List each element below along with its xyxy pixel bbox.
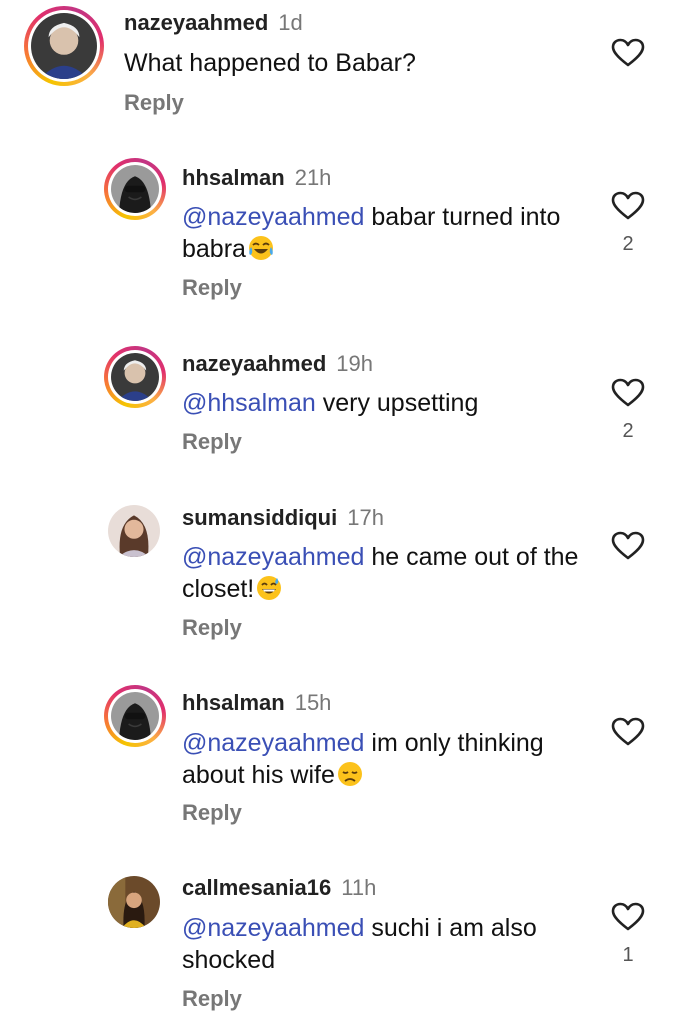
like-count[interactable]: 2 (611, 232, 645, 256)
avatar[interactable] (108, 505, 160, 557)
heart-icon[interactable] (611, 717, 645, 747)
reply-button[interactable]: Reply (182, 800, 242, 826)
comment-username[interactable]: nazeyaahmed (124, 10, 268, 35)
reply-button[interactable]: Reply (124, 90, 184, 116)
comment-username[interactable]: hhsalman (182, 165, 285, 190)
comment-text: @nazeyaahmed he came out of the closet! (182, 541, 582, 605)
avatar-photo (111, 165, 159, 213)
comment-mention[interactable]: @nazeyaahmed (182, 914, 364, 942)
avatar-photo (108, 876, 160, 928)
comment-text: What happened to Babar? (124, 47, 544, 79)
comment-text: @hhsalman very upsetting (182, 387, 562, 419)
comment-body: What happened to Babar? (124, 49, 416, 77)
avatar-photo (111, 353, 159, 401)
comment-timestamp: 17h (347, 505, 384, 530)
avatar[interactable] (24, 6, 104, 86)
comment-timestamp: 15h (294, 690, 332, 715)
comment-mention[interactable]: @nazeyaahmed (182, 203, 364, 231)
comment-text: @nazeyaahmed im only thinking about his … (182, 727, 592, 791)
comment-body: very upsetting (315, 389, 479, 417)
avatar-photo (108, 505, 160, 557)
comment-mention[interactable]: @nazeyaahmed (182, 543, 364, 571)
reply-button[interactable]: Reply (182, 986, 242, 1012)
reply-button[interactable]: Reply (182, 275, 242, 301)
like-count[interactable]: 2 (611, 419, 645, 443)
reply-button[interactable]: Reply (182, 429, 242, 455)
avatar-photo (111, 692, 159, 740)
comment-username[interactable]: hhsalman (182, 690, 285, 715)
heart-icon[interactable] (611, 191, 645, 221)
heart-icon[interactable] (611, 38, 645, 68)
heart-icon[interactable] (611, 378, 645, 408)
reply-button[interactable]: Reply (182, 615, 242, 641)
comment-text: @nazeyaahmed suchi i am also shocked (182, 912, 582, 976)
comment-timestamp: 21h (294, 165, 332, 190)
avatar-photo (31, 13, 97, 79)
face-with-tears-of-joy-icon (247, 234, 275, 262)
comment-username[interactable]: callmesania16 (182, 875, 331, 900)
comment-mention[interactable]: @hhsalman (182, 389, 316, 417)
avatar[interactable] (104, 158, 166, 220)
heart-icon[interactable] (611, 902, 645, 932)
grinning-face-with-sweat-icon (255, 574, 283, 602)
comment-username[interactable]: sumansiddiqui (182, 505, 337, 530)
comment-timestamp: 1d (278, 10, 303, 35)
avatar[interactable] (104, 685, 166, 747)
comment-mention[interactable]: @nazeyaahmed (182, 729, 364, 757)
comment-timestamp: 19h (336, 351, 374, 376)
like-count[interactable]: 1 (611, 943, 645, 967)
heart-icon[interactable] (611, 531, 645, 561)
comment-text: @nazeyaahmed babar turned into babra (182, 201, 562, 265)
disappointed-face-icon (336, 760, 364, 788)
comment-username[interactable]: nazeyaahmed (182, 351, 326, 376)
avatar[interactable] (104, 346, 166, 408)
avatar[interactable] (108, 876, 160, 928)
comment-timestamp: 11h (341, 875, 377, 900)
